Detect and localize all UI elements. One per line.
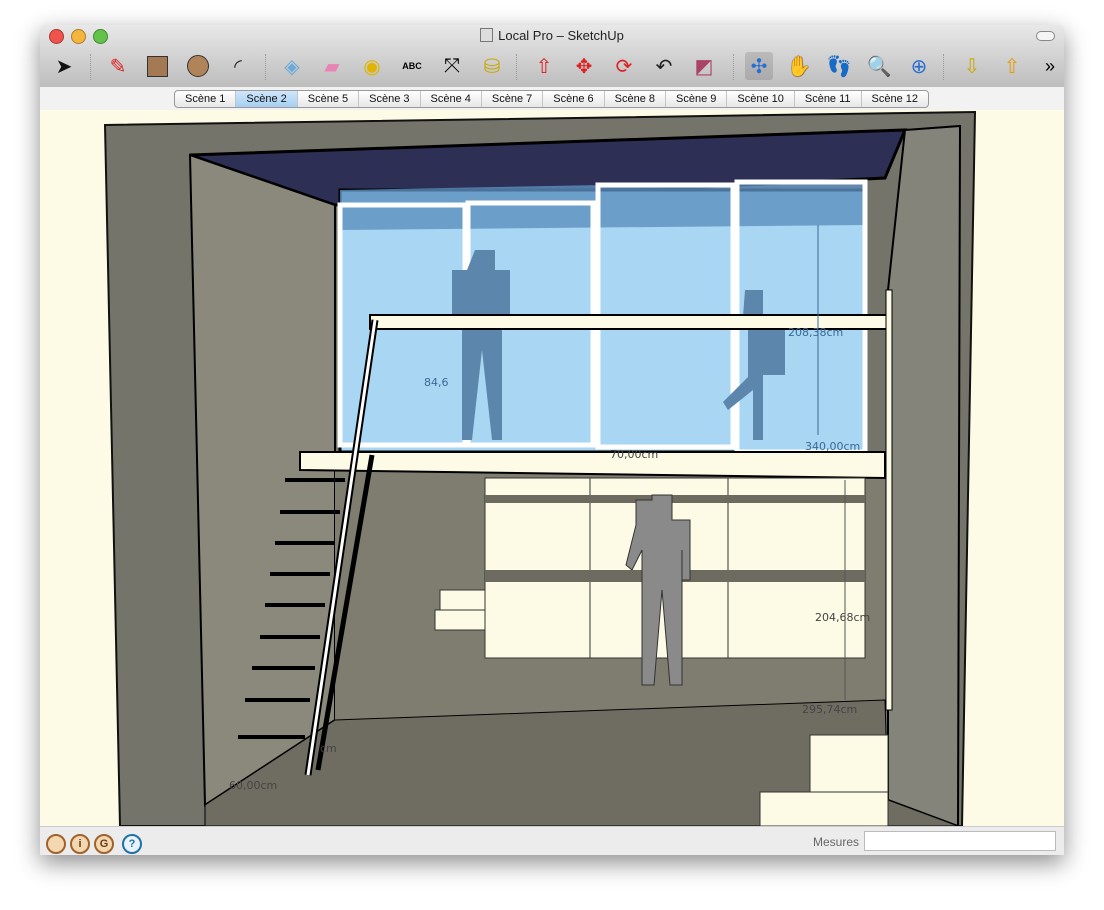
right-post <box>885 289 893 711</box>
scene-tab[interactable]: Scène 1 <box>175 91 237 107</box>
dimension-label: 70,00cm <box>610 448 658 461</box>
app-title: SketchUp <box>567 28 624 43</box>
document-title: Local Pro <box>498 28 554 43</box>
help-icon[interactable]: ? <box>122 834 142 854</box>
title-separator: – <box>553 28 568 43</box>
select-icon[interactable]: ➤ <box>50 52 78 80</box>
dimension-label: cm <box>320 742 337 755</box>
scene-tab[interactable]: Scène 5 <box>298 91 360 107</box>
text-icon[interactable]: ABC <box>398 52 426 80</box>
rotate-icon[interactable]: ⟳ <box>610 52 638 80</box>
toolbar-toggle-button[interactable] <box>1036 31 1055 41</box>
scene-tab[interactable]: Scène 12 <box>862 91 928 107</box>
move-icon[interactable]: ✥ <box>570 52 598 80</box>
circle-icon[interactable] <box>184 52 212 80</box>
measures-label: Mesures <box>812 835 859 849</box>
toolbar-separator <box>90 54 92 80</box>
geo-location-icon[interactable] <box>46 834 66 854</box>
title-toolbar: Local Pro – SketchUp ➤ ✎ ◜ ◈ ▰ ◉ ABC ⤧ ⛁… <box>40 25 1064 88</box>
measures-input[interactable] <box>864 831 1056 851</box>
rectangle-icon[interactable] <box>143 52 171 80</box>
credits-icon[interactable]: i <box>70 834 90 854</box>
scene-tab[interactable]: Scène 7 <box>482 91 544 107</box>
toolbar: ➤ ✎ ◜ ◈ ▰ ◉ ABC ⤧ ⛁ ⇧ ✥ ⟳ ↶ ◩ ✣ ✋ 👣 🔍 ⊕ <box>40 48 1064 84</box>
scene-tab[interactable]: Scène 9 <box>666 91 728 107</box>
axes-icon[interactable]: ⤧ <box>438 52 466 80</box>
right-wall <box>887 124 962 828</box>
toolbar-separator <box>943 54 945 80</box>
sketchup-window: Local Pro – SketchUp ➤ ✎ ◜ ◈ ▰ ◉ ABC ⤧ ⛁… <box>40 25 1064 855</box>
scene-tab[interactable]: Scène 11 <box>795 91 862 107</box>
offset-icon[interactable]: ◩ <box>690 52 718 80</box>
sign-in-icon[interactable]: G <box>94 834 114 854</box>
model-scene[interactable]: 84,6 208,38cm 340,00cm 70,00cm 204,68cm … <box>40 110 1064 828</box>
dimension-label: 84,6 <box>424 376 449 389</box>
walk-icon[interactable]: 👣 <box>825 52 853 80</box>
scene-tab-bar: Scène 1 Scène 2 Scène 5 Scène 3 Scène 4 Scène… <box>40 87 1064 111</box>
tape-measure-icon[interactable]: ◉ <box>358 52 386 80</box>
model-viewport[interactable]: 84,6 208,38cm 340,00cm 70,00cm 204,68cm … <box>40 110 1064 828</box>
dimension-label: 340,00cm <box>805 440 860 453</box>
window-title: Local Pro – SketchUp <box>40 28 1064 43</box>
scene-tab[interactable]: Scène 8 <box>605 91 666 107</box>
toolbar-separator <box>516 54 518 80</box>
status-bar: i G ? Mesures <box>40 826 1064 855</box>
pencil-icon[interactable]: ✎ <box>104 52 132 80</box>
zoom-icon[interactable]: 🔍 <box>865 52 893 80</box>
dimension-label: 60,00cm <box>229 779 277 792</box>
follow-me-icon[interactable]: ↶ <box>650 52 678 80</box>
scene-tab[interactable]: Scène 6 <box>543 91 605 107</box>
eraser-icon[interactable]: ▰ <box>318 52 346 80</box>
document-icon <box>480 28 494 42</box>
dimension-label: 204,68cm <box>815 611 870 624</box>
push-pull-icon[interactable]: ⇧ <box>530 52 558 80</box>
toolbar-overflow-button[interactable]: » <box>1036 52 1064 80</box>
toolbar-separator <box>265 54 267 80</box>
zoom-extents-icon[interactable]: ⊕ <box>905 52 933 80</box>
dimension-label: 208,38cm <box>788 326 843 339</box>
dimension-label: 295,74cm <box>802 703 857 716</box>
scene-tabs: Scène 1 Scène 2 Scène 5 Scène 3 Scène 4 Scène… <box>174 90 930 108</box>
get-models-icon[interactable]: ⇩ <box>958 52 986 80</box>
pan-icon[interactable]: ✋ <box>785 52 813 80</box>
arc-icon[interactable]: ◜ <box>224 52 252 80</box>
orbit-icon[interactable]: ✣ <box>745 52 773 80</box>
toolbar-separator <box>733 54 735 80</box>
scene-tab[interactable]: Scène 10 <box>727 91 795 107</box>
scene-tab[interactable]: Scène 3 <box>359 91 421 107</box>
scene-tab[interactable]: Scène 2 <box>236 91 298 107</box>
make-component-icon[interactable]: ◈ <box>278 52 306 80</box>
share-model-icon[interactable]: ⇧ <box>998 52 1026 80</box>
scene-tab[interactable]: Scène 4 <box>421 91 482 107</box>
paint-bucket-icon[interactable]: ⛁ <box>478 52 506 80</box>
